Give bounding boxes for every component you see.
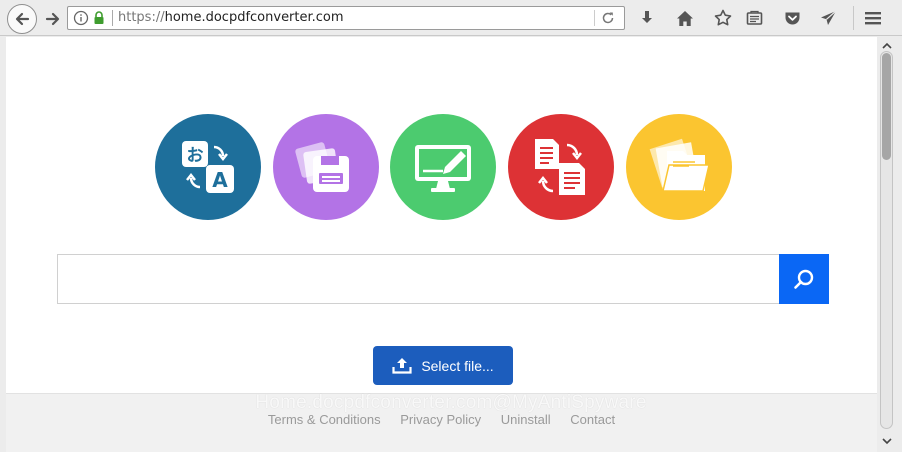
vertical-scrollbar[interactable] — [877, 37, 896, 452]
footer-link-terms[interactable]: Terms & Conditions — [268, 412, 381, 427]
downloads-button[interactable] — [637, 8, 657, 28]
search-icon — [794, 269, 814, 289]
footer-link-privacy[interactable]: Privacy Policy — [400, 412, 481, 427]
translate-circle[interactable]: お A — [155, 114, 261, 220]
bookmark-button[interactable] — [713, 8, 733, 28]
url-prefix: https:// — [118, 10, 165, 25]
save-circle[interactable] — [273, 114, 379, 220]
scroll-up-button[interactable] — [881, 40, 892, 50]
search-input[interactable] — [57, 254, 779, 304]
edit-circle[interactable] — [390, 114, 496, 220]
browser-toolbar: https://home.docpdfconverter.com — [0, 0, 902, 36]
upload-icon — [392, 358, 412, 374]
watermark-text: Home.docpdfconverter.com@MyAntiSpyware — [255, 392, 647, 413]
select-file-label: Select file... — [421, 357, 494, 374]
chevron-up-icon — [881, 42, 892, 49]
info-icon[interactable] — [73, 10, 89, 26]
search-button[interactable] — [779, 254, 829, 304]
home-button[interactable] — [675, 8, 695, 28]
scrollbar-track[interactable] — [880, 51, 893, 429]
footer-link-contact[interactable]: Contact — [570, 412, 615, 427]
reload-icon[interactable] — [599, 10, 617, 26]
page-viewport: お A Select file... Terms & Conditions Pr… — [6, 37, 877, 452]
hamburger-menu-icon — [865, 12, 881, 25]
url-separator — [112, 10, 113, 26]
address-bar[interactable]: https://home.docpdfconverter.com — [67, 6, 625, 30]
reading-list-button[interactable] — [744, 8, 764, 28]
menu-button[interactable] — [863, 8, 883, 28]
translate-icon: お A — [182, 141, 234, 193]
monitor-pencil-icon — [415, 145, 471, 192]
lock-icon — [94, 11, 104, 24]
footer-link-uninstall[interactable]: Uninstall — [501, 412, 551, 427]
send-icon — [820, 10, 836, 25]
chevron-down-icon — [881, 437, 892, 444]
share-button[interactable] — [818, 8, 838, 28]
scroll-down-button[interactable] — [881, 436, 892, 446]
window-edge — [896, 37, 902, 452]
floppy-disk-icon — [295, 142, 349, 192]
files-circle[interactable] — [626, 114, 732, 220]
svg-text:A: A — [212, 168, 228, 192]
select-file-button[interactable]: Select file... — [373, 346, 513, 385]
url-domain: home.docpdfconverter.com — [164, 10, 344, 25]
reload-separator — [594, 10, 595, 26]
forward-button[interactable] — [41, 8, 65, 30]
document-convert-icon — [535, 139, 585, 195]
pocket-button[interactable] — [782, 8, 802, 28]
toolbar-separator — [853, 6, 854, 30]
svg-text:お: お — [187, 146, 204, 166]
folder-icon — [649, 138, 710, 192]
back-arrow-icon — [15, 12, 30, 26]
category-icons: お A — [6, 114, 877, 220]
convert-circle[interactable] — [508, 114, 614, 220]
footer-links: Terms & Conditions Privacy Policy Uninst… — [6, 412, 877, 427]
star-icon — [714, 9, 732, 26]
back-button[interactable] — [7, 4, 37, 34]
download-icon — [642, 11, 652, 23]
home-icon — [677, 10, 693, 26]
reading-list-icon — [746, 10, 762, 25]
pocket-icon — [785, 12, 799, 25]
url-text[interactable]: https://home.docpdfconverter.com — [118, 10, 344, 26]
scrollbar-thumb[interactable] — [882, 53, 891, 160]
forward-arrow-icon — [45, 12, 60, 26]
